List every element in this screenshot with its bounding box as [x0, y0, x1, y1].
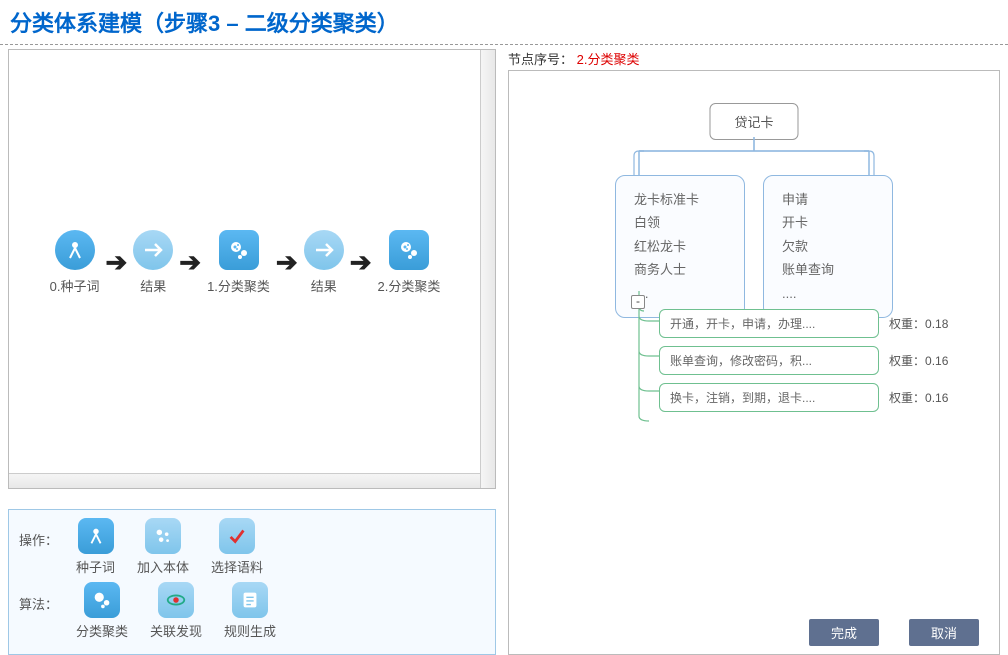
op-select-corpus[interactable]: 选择语料 — [211, 518, 263, 576]
done-button[interactable]: 完成 — [809, 619, 879, 646]
arrow-icon: ➔ — [179, 247, 201, 278]
sub-category-right[interactable]: 申请 开卡 欠款 账单查询 .... — [763, 175, 893, 318]
collapse-button[interactable]: - — [631, 295, 645, 309]
action-label: 种子词 — [76, 557, 115, 576]
flow-canvas: 0.种子词 ➔ 结果 ➔ 1.分类聚类 ➔ — [8, 49, 496, 489]
arrow-icon: ➔ — [350, 247, 372, 278]
weight-label: 权重：0.16 — [889, 352, 948, 369]
cluster-item: 账单查询，修改密码，积... 权重：0.16 — [659, 346, 979, 375]
eye-icon — [158, 582, 194, 618]
flow-label: 结果 — [311, 276, 337, 295]
seed-icon — [55, 230, 95, 270]
alg-rules[interactable]: 规则生成 — [224, 582, 276, 640]
op-add-ontology[interactable]: 加入本体 — [137, 518, 189, 576]
cluster-item: 开通，开卡，申请，办理.... 权重：0.18 — [659, 309, 979, 338]
flow-step-result-1[interactable]: 结果 — [133, 230, 173, 295]
cluster-icon — [389, 230, 429, 270]
flow-label: 2.分类聚类 — [378, 276, 441, 295]
action-label: 加入本体 — [137, 557, 189, 576]
cluster-item: 换卡，注销，到期，退卡.... 权重：0.16 — [659, 383, 979, 412]
rules-icon — [232, 582, 268, 618]
ontology-icon — [145, 518, 181, 554]
cancel-button[interactable]: 取消 — [909, 619, 979, 646]
action-label: 分类聚类 — [76, 621, 128, 640]
cluster-icon — [84, 582, 120, 618]
flow-label: 0.种子词 — [50, 276, 100, 295]
algs-label: 算法： — [19, 582, 58, 613]
arrow-icon: ➔ — [276, 247, 298, 278]
tree-canvas: 贷记卡 龙卡标准卡 白领 红松龙卡 商务人士 .... 申请 开卡 欠款 — [508, 70, 1000, 655]
flow-step-cluster-1[interactable]: 1.分类聚类 — [207, 230, 270, 295]
page-title: 分类体系建模（步骤3 – 二级分类聚类） — [0, 0, 1008, 45]
action-label: 选择语料 — [211, 557, 263, 576]
action-label: 规则生成 — [224, 621, 276, 640]
weight-label: 权重：0.18 — [889, 315, 948, 332]
flow-label: 1.分类聚类 — [207, 276, 270, 295]
cluster-icon — [219, 230, 259, 270]
action-panel: 操作： 种子词 加入本体 选择语料 算 — [8, 509, 496, 655]
flow-step-result-2[interactable]: 结果 — [304, 230, 344, 295]
result-icon — [304, 230, 344, 270]
cluster-box[interactable]: 开通，开卡，申请，办理.... — [659, 309, 879, 338]
weight-label: 权重：0.16 — [889, 389, 948, 406]
cluster-box[interactable]: 换卡，注销，到期，退卡.... — [659, 383, 879, 412]
ops-label: 操作： — [19, 518, 58, 549]
flow-step-seed[interactable]: 0.种子词 — [50, 230, 100, 295]
action-label: 关联发现 — [150, 621, 202, 640]
result-icon — [133, 230, 173, 270]
flow-label: 结果 — [140, 276, 166, 295]
tree-root-node[interactable]: 贷记卡 — [709, 103, 798, 140]
cluster-box[interactable]: 账单查询，修改密码，积... — [659, 346, 879, 375]
op-seed[interactable]: 种子词 — [76, 518, 115, 576]
flow-step-cluster-2[interactable]: 2.分类聚类 — [378, 230, 441, 295]
seed-icon — [78, 518, 114, 554]
alg-association[interactable]: 关联发现 — [150, 582, 202, 640]
arrow-icon: ➔ — [105, 247, 127, 278]
node-sequence-label: 节点序号： 2.分类聚类 — [508, 49, 1000, 68]
check-icon — [219, 518, 255, 554]
alg-cluster[interactable]: 分类聚类 — [76, 582, 128, 640]
